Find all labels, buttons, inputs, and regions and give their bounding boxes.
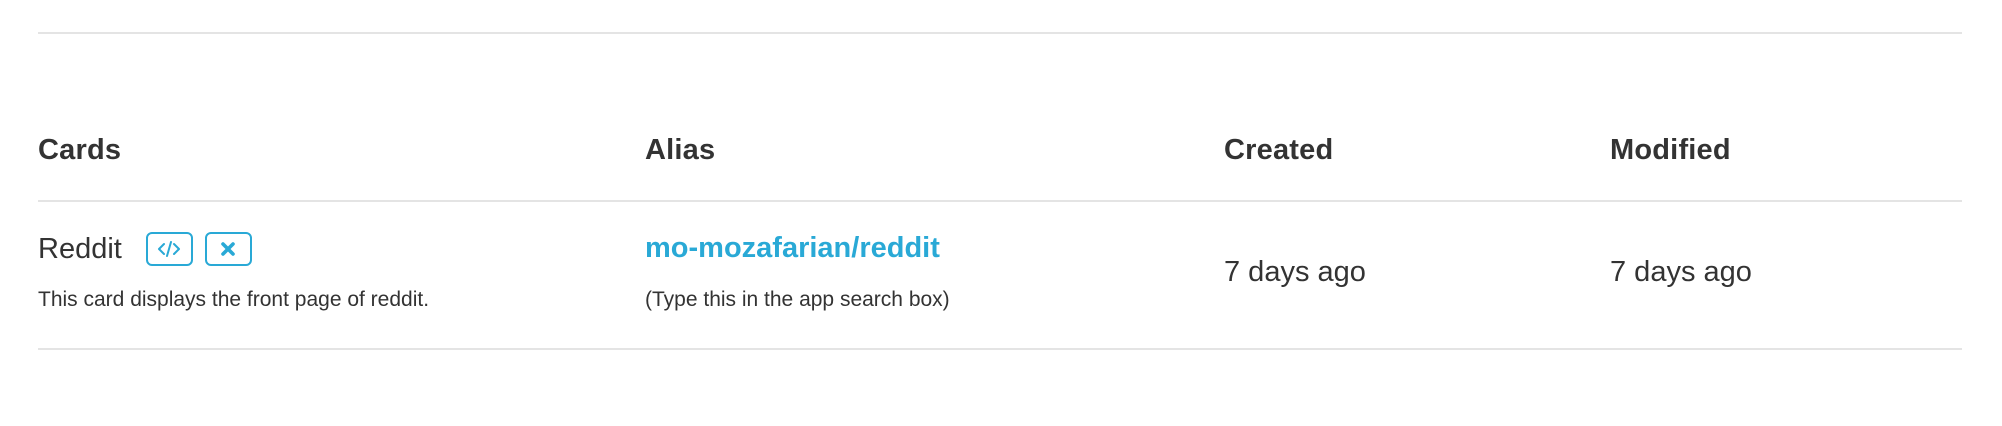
alias-hint: (Type this in the app search box) (645, 288, 950, 311)
close-icon (221, 242, 236, 256)
embed-code-button[interactable] (145, 232, 193, 266)
column-header-created: Created (1224, 134, 1334, 166)
code-icon (158, 241, 181, 257)
card-description: This card displays the front page of red… (38, 288, 430, 311)
table-row: Reddit This card displays the front page… (38, 202, 1962, 350)
modified-date: 7 days ago (1610, 256, 1752, 288)
column-header-modified: Modified (1610, 134, 1731, 166)
table-header-row: Cards Alias Created Modified (38, 130, 1962, 202)
top-divider (38, 32, 1962, 34)
column-header-alias: Alias (645, 134, 716, 166)
column-header-cards: Cards (38, 134, 122, 166)
card-name: Reddit (38, 232, 122, 265)
card-title-line: Reddit (38, 232, 252, 266)
created-date: 7 days ago (1224, 256, 1366, 288)
delete-card-button[interactable] (204, 232, 252, 266)
alias-link[interactable]: mo-mozafarian/reddit (645, 232, 940, 265)
cards-table: Cards Alias Created Modified Reddit This… (38, 130, 1962, 350)
